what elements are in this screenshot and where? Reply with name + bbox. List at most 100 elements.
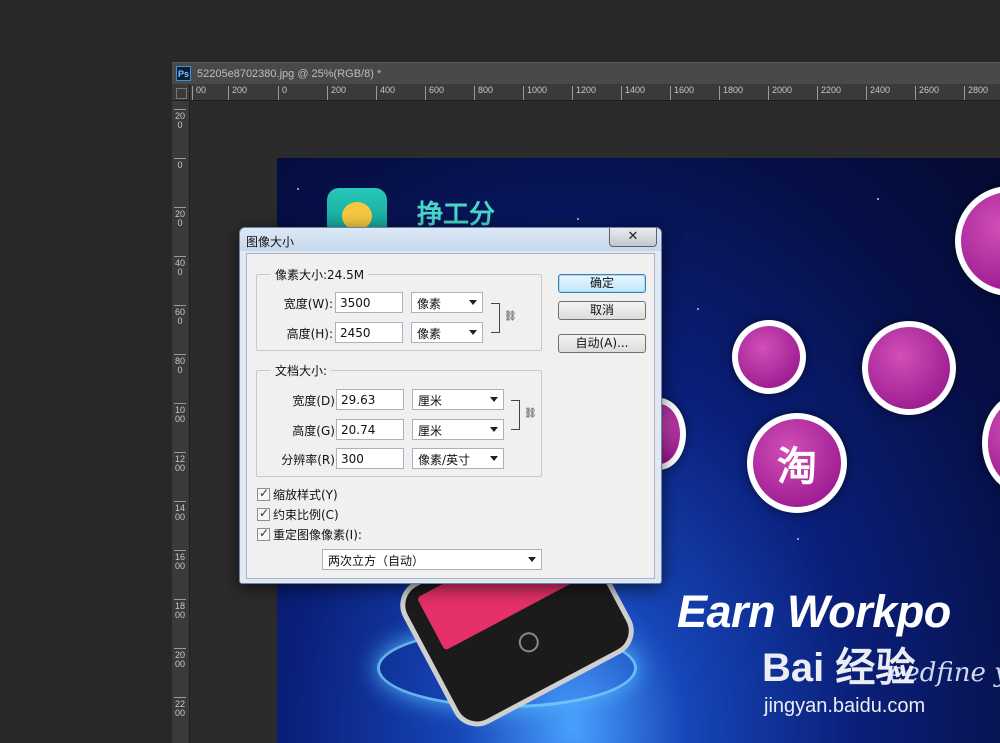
image-size-dialog: 图像大小 ✕ 像素大小:24.5M 宽度(W): 像素 高度(H): 像素 ⛓ … <box>239 227 662 584</box>
ruler-tick: 200 <box>327 86 346 100</box>
document-tab[interactable]: Ps 52205e8702380.jpg @ 25%(RGB/8) * <box>172 62 1000 84</box>
doc-height-label: 高度(G): <box>292 424 339 438</box>
ruler-tick: 800 <box>474 86 493 100</box>
ruler-tick: 2800 <box>964 86 988 100</box>
doc-width-label: 宽度(D): <box>292 394 339 408</box>
pixel-width-label: 宽度(W): <box>283 297 333 311</box>
vertical-ruler[interactable]: 200 0 200 400 600 800 1000 1200 1400 160… <box>172 101 190 743</box>
doc-height-input[interactable] <box>336 419 404 440</box>
chevron-down-icon <box>528 557 536 562</box>
constrain-proportions-checkbox[interactable] <box>257 506 270 521</box>
resample-label: 重定图像像素(I): <box>273 528 362 542</box>
chevron-down-icon <box>490 397 498 402</box>
sparkle <box>297 188 299 190</box>
ruler-tick: 0 <box>174 158 186 170</box>
chevron-down-icon <box>469 300 477 305</box>
photoshop-icon: Ps <box>176 66 191 81</box>
ruler-tick: 400 <box>174 256 186 277</box>
ruler-tick: 200 <box>174 207 186 228</box>
ruler-tick: 1800 <box>174 599 186 620</box>
taobao-circle-icon: 淘 <box>747 413 847 513</box>
sparkle <box>797 538 799 540</box>
ruler-tick: 1200 <box>572 86 596 100</box>
ruler-tick: 600 <box>425 86 444 100</box>
ruler-tick: 1000 <box>523 86 547 100</box>
pixel-height-input[interactable] <box>335 322 403 343</box>
pixel-height-label: 高度(H): <box>286 327 333 341</box>
ruler-tick: 1600 <box>670 86 694 100</box>
doc-link-bracket <box>511 400 520 430</box>
resolution-unit-select[interactable]: 像素/英寸 <box>412 448 504 469</box>
resample-method-select[interactable]: 两次立方（自动） <box>322 549 542 570</box>
doc-width-unit-value: 厘米 <box>418 394 443 408</box>
ruler-tick: 2200 <box>817 86 841 100</box>
doc-width-input[interactable] <box>336 389 404 410</box>
pixel-width-unit-value: 像素 <box>417 297 442 311</box>
ruler-tick: 200 <box>174 109 186 130</box>
chain-link-icon: ⛓ <box>524 408 537 419</box>
resample-option[interactable]: 重定图像像素(I): <box>257 526 362 543</box>
ruler-tick: 1200 <box>174 452 186 473</box>
ruler-tick: 800 <box>174 354 186 375</box>
sparkle <box>697 308 699 310</box>
ruler-tick: 1400 <box>621 86 645 100</box>
ruler-tick: 2000 <box>174 648 186 669</box>
ruler-tick: 00 <box>192 86 206 100</box>
dialog-titlebar[interactable]: 图像大小 ✕ <box>240 228 661 251</box>
document-size-group: 文档大小: 宽度(D): 厘米 高度(G): 厘米 分辨率(R): 像素/英寸 … <box>256 362 542 477</box>
watermark-url: jingyan.baidu.com <box>764 695 926 717</box>
ruler-tick: 1600 <box>174 550 186 571</box>
magenta-circle-icon <box>982 393 1000 493</box>
bus-circle-icon <box>862 321 956 415</box>
doc-width-unit-select[interactable]: 厘米 <box>412 389 504 410</box>
chevron-down-icon <box>490 427 498 432</box>
ruler-tick: 200 <box>228 86 247 100</box>
ruler-tick: 600 <box>174 305 186 326</box>
ruler-tick: 2600 <box>915 86 939 100</box>
chevron-down-icon <box>469 330 477 335</box>
pixel-dimensions-legend: 像素大小:24.5M <box>271 266 369 283</box>
doc-height-unit-select[interactable]: 厘米 <box>412 419 504 440</box>
resample-checkbox[interactable] <box>257 526 270 541</box>
document-size-legend: 文档大小: <box>271 362 332 379</box>
doc-height-unit-value: 厘米 <box>418 424 443 438</box>
ruler-origin[interactable] <box>172 84 190 101</box>
scale-styles-option[interactable]: 缩放样式(Y) <box>257 486 338 503</box>
close-button[interactable]: ✕ <box>609 228 657 247</box>
pixel-height-unit-value: 像素 <box>417 327 442 341</box>
pixel-height-unit-select[interactable]: 像素 <box>411 322 483 343</box>
cancel-button[interactable]: 取消 <box>558 301 646 320</box>
ruler-tick: 400 <box>376 86 395 100</box>
resolution-input[interactable] <box>336 448 404 469</box>
magenta-circle-icon <box>955 186 1000 296</box>
ruler-tick: 0 <box>278 86 287 100</box>
ruler-tick: 2400 <box>866 86 890 100</box>
pixel-width-input[interactable] <box>335 292 403 313</box>
ruler-tick: 1000 <box>174 403 186 424</box>
constrain-proportions-option[interactable]: 约束比例(C) <box>257 506 339 523</box>
resample-method-value: 两次立方（自动） <box>328 554 425 568</box>
pixel-dimensions-group: 像素大小:24.5M 宽度(W): 像素 高度(H): 像素 ⛓ <box>256 266 542 351</box>
pixel-width-unit-select[interactable]: 像素 <box>411 292 483 313</box>
dialog-title: 图像大小 <box>246 235 295 249</box>
auto-button[interactable]: 自动(A)... <box>558 334 646 353</box>
headline-text: Earn Workpo <box>677 586 951 637</box>
sparkle <box>877 198 879 200</box>
pixel-link-bracket <box>491 303 500 333</box>
ruler-tick: 2200 <box>174 697 186 718</box>
ruler-tick: 2000 <box>768 86 792 100</box>
chevron-down-icon <box>490 456 498 461</box>
phone-home-button-icon <box>515 628 543 656</box>
ok-button[interactable]: 确定 <box>558 274 646 293</box>
scale-styles-label: 缩放样式(Y) <box>273 488 338 502</box>
app-name: 挣工分 <box>417 200 496 230</box>
ruler-tick: 1800 <box>719 86 743 100</box>
document-title: 52205e8702380.jpg @ 25%(RGB/8) * <box>197 67 382 80</box>
horizontal-ruler[interactable]: 00 200 0 200 400 600 800 1000 1200 1400 … <box>190 84 1000 101</box>
watermark-script: eedfine y <box>889 658 1000 688</box>
magnifier-circle-icon <box>732 320 806 394</box>
ruler-tick: 1400 <box>174 501 186 522</box>
resolution-unit-value: 像素/英寸 <box>418 453 471 467</box>
scale-styles-checkbox[interactable] <box>257 486 270 501</box>
dialog-body: 像素大小:24.5M 宽度(W): 像素 高度(H): 像素 ⛓ 文档大小: 宽… <box>246 253 655 579</box>
